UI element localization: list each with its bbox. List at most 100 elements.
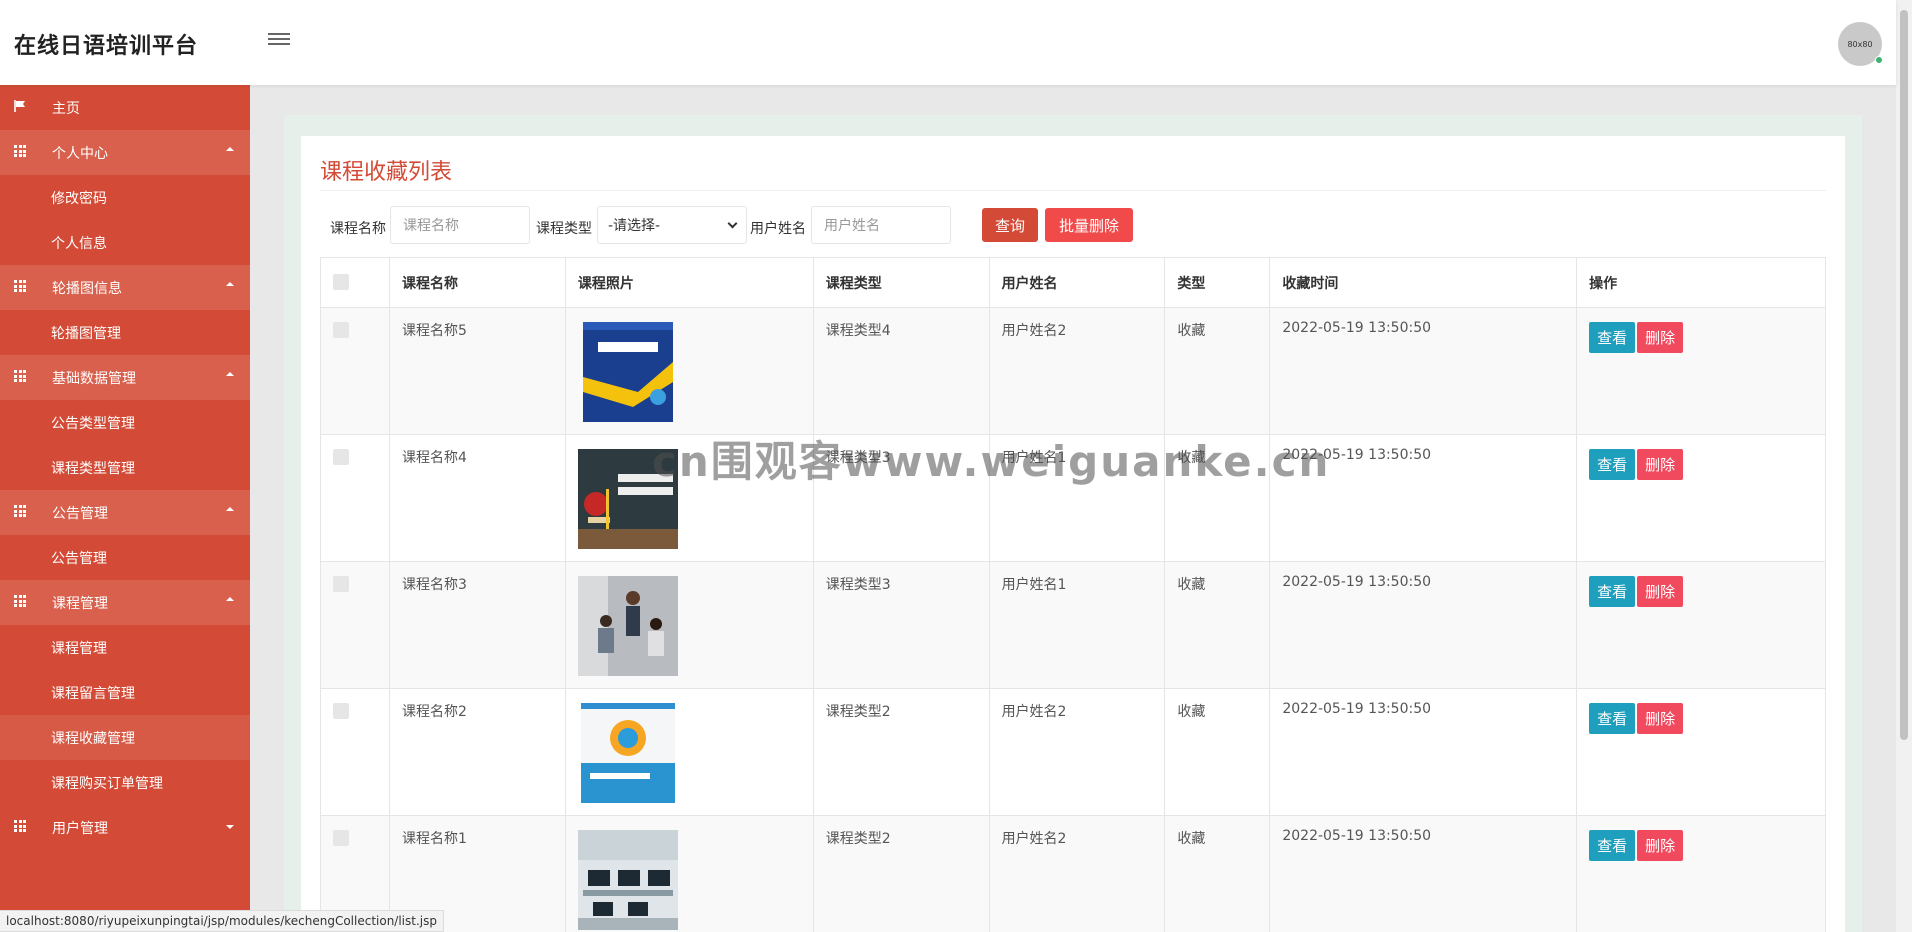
view-button[interactable]: 查看 <box>1589 830 1636 861</box>
cell-course-name: 课程名称3 <box>389 561 566 689</box>
delete-button[interactable]: 删除 <box>1637 449 1684 480</box>
cell-type: 收藏 <box>1164 561 1271 689</box>
user-name-placeholder: 用户姓名 <box>824 218 880 234</box>
sidebar-group-course[interactable]: 课程管理 <box>0 580 250 625</box>
sidebar-item-label: 轮播图管理 <box>51 325 121 342</box>
delete-button[interactable]: 删除 <box>1637 703 1684 734</box>
sidebar-item-course-management[interactable]: 课程管理 <box>0 625 250 670</box>
course-type-select[interactable]: -请选择- <box>597 206 747 244</box>
cell-collect-time: 2022-05-19 13:50:50 <box>1269 815 1578 932</box>
sidebar-group-notice[interactable]: 公告管理 <box>0 490 250 535</box>
course-photo[interactable] <box>577 830 678 930</box>
bulk-delete-button[interactable]: 批量删除 <box>1045 208 1133 242</box>
col-course-type: 课程类型 <box>813 257 990 308</box>
sidebar-group-label: 公告管理 <box>52 505 108 522</box>
sidebar-item-label: 课程购买订单管理 <box>51 775 163 792</box>
row-checkbox[interactable] <box>333 322 349 338</box>
sidebar-item-label: 公告管理 <box>51 550 107 567</box>
sidebar-group-personal-center[interactable]: 个人中心 <box>0 130 250 175</box>
cell-collect-time: 2022-05-19 13:50:50 <box>1269 434 1578 562</box>
user-name-input[interactable]: 用户姓名 <box>811 206 951 244</box>
sidebar-item-notice-management[interactable]: 公告管理 <box>0 535 250 580</box>
course-photo[interactable] <box>577 449 678 549</box>
row-checkbox[interactable] <box>333 576 349 592</box>
avatar[interactable]: 80x80 <box>1838 22 1883 66</box>
course-name-input[interactable]: 课程名称 <box>390 206 530 244</box>
online-status-dot <box>1875 56 1883 64</box>
cell-user-name: 用户姓名2 <box>989 815 1166 932</box>
content-area: 课程收藏列表 课程名称 课程名称 课程类型 -请选择- 用户姓名 用户姓名 查询… <box>284 115 1862 932</box>
cell-collect-time: 2022-05-19 13:50:50 <box>1269 561 1578 689</box>
table-row: 课程名称2 课程类型2 用户姓名2 收藏 2022-05-19 13:50:50… <box>320 688 1826 816</box>
sidebar-item-home[interactable]: 主页 <box>0 85 250 130</box>
view-button[interactable]: 查看 <box>1589 322 1636 353</box>
course-photo[interactable] <box>578 703 678 803</box>
col-user-name: 用户姓名 <box>989 257 1166 308</box>
cell-type: 收藏 <box>1164 307 1271 435</box>
sidebar-item-course-comments[interactable]: 课程留言管理 <box>0 670 250 715</box>
sidebar: 主页 个人中心 修改密码 个人信息 轮播图信息 轮播图管理 基础数据管理 公告类… <box>0 85 250 932</box>
course-type-selected-value: -请选择- <box>608 218 661 234</box>
cell-course-name: 课程名称5 <box>389 307 566 435</box>
col-actions: 操作 <box>1576 257 1826 308</box>
chevron-down-icon <box>727 218 738 228</box>
grid-icon <box>14 280 26 292</box>
sidebar-item-label: 课程留言管理 <box>51 685 135 702</box>
table-row: 课程名称3 课程类型3 用户姓名1 收藏 2022-05-19 13:50:50… <box>320 561 1826 689</box>
query-button[interactable]: 查询 <box>982 208 1038 242</box>
col-collect-time: 收藏时间 <box>1269 257 1578 308</box>
top-header: 在线日语培训平台 80x80 <box>0 0 1896 85</box>
table-header-row: 课程名称 课程照片 课程类型 用户姓名 类型 收藏时间 操作 <box>320 257 1826 308</box>
sidebar-item-label: 主页 <box>52 100 80 117</box>
collection-table: 课程名称 课程照片 课程类型 用户姓名 类型 收藏时间 操作 课程名称5 课程类… <box>320 257 1826 932</box>
sidebar-item-personal-info[interactable]: 个人信息 <box>0 220 250 265</box>
grid-icon <box>14 820 26 832</box>
course-name-placeholder: 课程名称 <box>403 218 459 234</box>
delete-button[interactable]: 删除 <box>1637 576 1684 607</box>
col-course-photo: 课程照片 <box>565 257 814 308</box>
cell-user-name: 用户姓名1 <box>989 434 1166 562</box>
cell-type: 收藏 <box>1164 434 1271 562</box>
caret-up-icon <box>226 282 234 286</box>
cell-course-name: 课程名称4 <box>389 434 566 562</box>
table-row: 课程名称1 课程类型2 用户姓名2 收藏 2022-05-19 13:50:50… <box>320 815 1826 932</box>
course-photo[interactable] <box>577 576 678 676</box>
sidebar-item-course-collection[interactable]: 课程收藏管理 <box>0 715 250 760</box>
delete-button[interactable]: 删除 <box>1637 830 1684 861</box>
sidebar-group-carousel[interactable]: 轮播图信息 <box>0 265 250 310</box>
view-button[interactable]: 查看 <box>1589 576 1636 607</box>
row-checkbox[interactable] <box>333 449 349 465</box>
course-photo[interactable] <box>578 322 678 422</box>
view-button[interactable]: 查看 <box>1589 703 1636 734</box>
cell-course-type: 课程类型3 <box>813 434 990 562</box>
cell-collect-time: 2022-05-19 13:50:50 <box>1269 688 1578 816</box>
sidebar-group-basic-data[interactable]: 基础数据管理 <box>0 355 250 400</box>
sidebar-item-label: 公告类型管理 <box>51 415 135 432</box>
flag-icon <box>14 100 25 112</box>
sidebar-group-label: 个人中心 <box>52 145 108 162</box>
page-title: 课程收藏列表 <box>320 160 453 185</box>
scrollbar-thumb[interactable] <box>1900 10 1908 740</box>
hamburger-menu-icon[interactable] <box>268 30 290 50</box>
sidebar-item-notice-type[interactable]: 公告类型管理 <box>0 400 250 445</box>
cell-user-name: 用户姓名2 <box>989 307 1166 435</box>
sidebar-item-label: 课程类型管理 <box>51 460 135 477</box>
caret-up-icon <box>226 597 234 601</box>
vertical-scrollbar[interactable] <box>1896 0 1912 932</box>
sidebar-item-carousel-management[interactable]: 轮播图管理 <box>0 310 250 355</box>
sidebar-item-course-orders[interactable]: 课程购买订单管理 <box>0 760 250 805</box>
grid-icon <box>14 370 26 382</box>
select-all-checkbox[interactable] <box>333 273 349 290</box>
caret-up-icon <box>226 372 234 376</box>
sidebar-item-course-type[interactable]: 课程类型管理 <box>0 445 250 490</box>
delete-button[interactable]: 删除 <box>1637 322 1684 353</box>
sidebar-group-user[interactable]: 用户管理 <box>0 805 250 850</box>
course-type-label: 课程类型 <box>536 221 592 237</box>
row-checkbox[interactable] <box>333 703 349 719</box>
sidebar-group-label: 基础数据管理 <box>52 370 136 387</box>
row-checkbox[interactable] <box>333 830 349 846</box>
sidebar-item-change-password[interactable]: 修改密码 <box>0 175 250 220</box>
cell-user-name: 用户姓名2 <box>989 688 1166 816</box>
course-name-label: 课程名称 <box>330 221 386 237</box>
view-button[interactable]: 查看 <box>1589 449 1636 480</box>
